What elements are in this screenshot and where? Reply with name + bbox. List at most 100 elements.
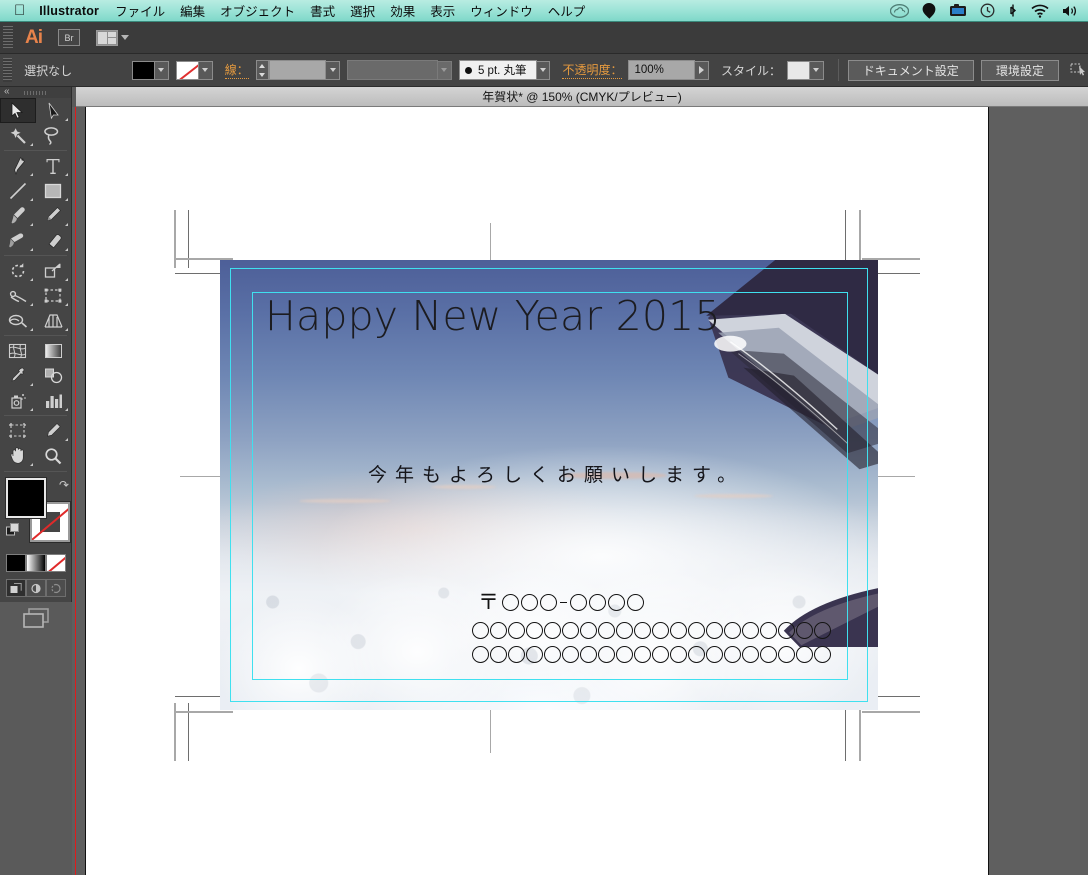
arrange-documents-button[interactable] bbox=[96, 29, 129, 46]
address-char-circle bbox=[670, 646, 687, 663]
menu-item-window[interactable]: ウィンドウ bbox=[470, 1, 533, 20]
controlbar-gripper[interactable] bbox=[3, 58, 13, 82]
draw-normal-icon[interactable] bbox=[6, 579, 26, 597]
address-char-circle bbox=[670, 622, 687, 639]
address-char-circle bbox=[616, 622, 633, 639]
document-tab-title: 年賀状* @ 150% (CMYK/プレビュー) bbox=[482, 90, 682, 104]
magic-wand-tool[interactable] bbox=[0, 123, 36, 148]
width-tool[interactable] bbox=[0, 283, 36, 308]
symbol-sprayer-tool[interactable] bbox=[0, 388, 36, 413]
menu-item-select[interactable]: 選択 bbox=[350, 1, 375, 20]
fill-swatch[interactable] bbox=[131, 60, 155, 80]
dropbox-icon[interactable] bbox=[922, 2, 936, 19]
os-menu-bar:  Illustrator ファイル 編集 オブジェクト 書式 選択 効果 表示… bbox=[0, 0, 1088, 22]
bluetooth-icon[interactable] bbox=[1008, 3, 1018, 18]
menu-item-view[interactable]: 表示 bbox=[430, 1, 455, 20]
crop-mark-br-h1 bbox=[862, 711, 920, 713]
tools-panel: ↷ bbox=[0, 87, 72, 628]
menu-item-help[interactable]: ヘルプ bbox=[548, 1, 586, 20]
appbar-gripper[interactable] bbox=[3, 25, 13, 50]
document-tab[interactable]: 年賀状* @ 150% (CMYK/プレビュー) bbox=[76, 87, 1088, 107]
eyedropper-tool[interactable] bbox=[0, 363, 36, 388]
select-similar-icon[interactable] bbox=[1070, 62, 1088, 79]
hand-tool[interactable] bbox=[0, 443, 36, 468]
address-char-circle bbox=[562, 622, 579, 639]
wifi-icon[interactable] bbox=[1031, 4, 1049, 18]
postal-code-group[interactable]: 〒 bbox=[478, 592, 644, 613]
address-char-circle bbox=[562, 646, 579, 663]
stroke-profile-dropdown[interactable] bbox=[437, 60, 452, 80]
rectangle-tool[interactable] bbox=[36, 178, 72, 203]
default-fill-stroke-icon[interactable] bbox=[6, 523, 20, 537]
stroke-weight-dropdown[interactable] bbox=[326, 60, 341, 80]
brush-definition-input[interactable]: 5 pt. 丸筆 bbox=[458, 60, 537, 80]
slice-tool[interactable] bbox=[36, 418, 72, 443]
address-char-circle bbox=[526, 646, 543, 663]
artwork-group[interactable]: Happy New Year 2015 今年もよろしくお願いします。 〒 bbox=[220, 260, 878, 710]
perspective-grid-tool[interactable] bbox=[36, 308, 72, 333]
brush-definition-dropdown[interactable] bbox=[536, 60, 551, 80]
stroke-swatch-dropdown[interactable] bbox=[198, 60, 213, 80]
pencil-tool[interactable] bbox=[36, 203, 72, 228]
swap-fill-stroke-icon[interactable]: ↷ bbox=[59, 478, 69, 492]
stroke-profile-input[interactable] bbox=[347, 60, 438, 80]
time-machine-icon[interactable] bbox=[980, 3, 995, 18]
rotate-tool[interactable] bbox=[0, 258, 36, 283]
app-name-label[interactable]: Illustrator bbox=[39, 4, 99, 18]
gradient-tool[interactable] bbox=[36, 338, 72, 363]
creative-cloud-icon[interactable] bbox=[890, 3, 909, 18]
menu-item-type[interactable]: 書式 bbox=[310, 1, 335, 20]
lasso-tool[interactable] bbox=[36, 123, 72, 148]
menu-item-object[interactable]: オブジェクト bbox=[220, 1, 295, 20]
canvas-area[interactable]: Happy New Year 2015 今年もよろしくお願いします。 〒 bbox=[72, 107, 1088, 875]
document-setup-button[interactable]: ドキュメント設定 bbox=[847, 59, 974, 81]
blend-tool[interactable] bbox=[36, 363, 72, 388]
none-fill-icon[interactable] bbox=[46, 554, 66, 572]
stroke-weight-stepper[interactable] bbox=[255, 60, 269, 80]
scale-tool[interactable] bbox=[36, 258, 72, 283]
draw-inside-icon[interactable] bbox=[46, 579, 66, 597]
volume-icon[interactable] bbox=[1062, 4, 1078, 18]
pen-tool[interactable] bbox=[0, 153, 36, 178]
column-graph-tool[interactable] bbox=[36, 388, 72, 413]
preferences-button[interactable]: 環境設定 bbox=[981, 59, 1060, 81]
address-row-2[interactable] bbox=[472, 646, 831, 663]
selection-tool[interactable] bbox=[0, 98, 36, 123]
address-char-circle bbox=[616, 646, 633, 663]
artboard-tool[interactable] bbox=[0, 418, 36, 443]
eraser-tool[interactable] bbox=[36, 228, 72, 253]
type-tool[interactable] bbox=[36, 153, 72, 178]
address-row-1[interactable] bbox=[472, 622, 831, 639]
graphic-style-dropdown[interactable] bbox=[810, 60, 824, 80]
stroke-weight-input[interactable] bbox=[268, 60, 327, 80]
paintbrush-tool[interactable] bbox=[0, 203, 36, 228]
blob-brush-tool[interactable] bbox=[0, 228, 36, 253]
menu-item-effect[interactable]: 効果 bbox=[390, 1, 415, 20]
apple-icon[interactable]:  bbox=[14, 3, 25, 18]
screen-mode-icon[interactable] bbox=[0, 607, 71, 629]
mesh-tool[interactable] bbox=[0, 338, 36, 363]
tools-panel-collapse[interactable] bbox=[0, 87, 71, 98]
graphic-style-swatch[interactable] bbox=[787, 60, 811, 80]
direct-selection-tool[interactable] bbox=[36, 98, 72, 123]
menu-item-file[interactable]: ファイル bbox=[115, 1, 165, 20]
opacity-dropdown[interactable] bbox=[695, 60, 710, 80]
gradient-fill-icon[interactable] bbox=[26, 554, 46, 572]
stroke-swatch[interactable] bbox=[175, 60, 199, 80]
free-transform-tool[interactable] bbox=[36, 283, 72, 308]
fill-color-swatch[interactable] bbox=[6, 478, 46, 518]
menu-item-edit[interactable]: 編集 bbox=[180, 1, 205, 20]
screen-share-icon[interactable] bbox=[949, 3, 967, 18]
greeting-text[interactable]: 今年もよろしくお願いします。 bbox=[368, 460, 744, 487]
zoom-tool[interactable] bbox=[36, 443, 72, 468]
line-segment-tool[interactable] bbox=[0, 178, 36, 203]
warp-tool[interactable] bbox=[0, 308, 36, 333]
address-char-circle bbox=[796, 646, 813, 663]
draw-behind-icon[interactable] bbox=[26, 579, 46, 597]
color-fill-icon[interactable] bbox=[6, 554, 26, 572]
opacity-input[interactable]: 100% bbox=[628, 60, 696, 80]
headline-text[interactable]: Happy New Year 2015 bbox=[265, 292, 721, 340]
fill-swatch-dropdown[interactable] bbox=[154, 60, 169, 80]
address-char-circle bbox=[472, 622, 489, 639]
bridge-button[interactable]: Br bbox=[58, 29, 80, 46]
